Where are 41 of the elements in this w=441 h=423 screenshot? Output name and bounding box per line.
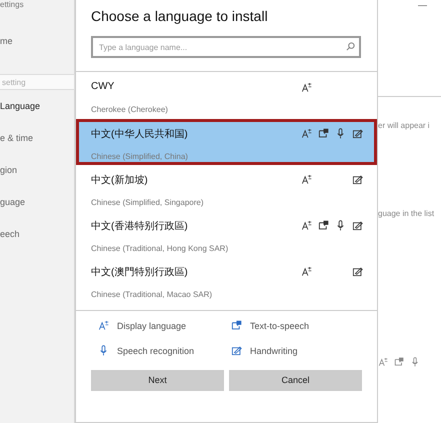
legend-label: Handwriting bbox=[250, 346, 298, 356]
language-list-item[interactable]: 中文(新加坡) Chinese (Simplified, Singapore) bbox=[76, 165, 377, 211]
language-list-item[interactable]: CWY Cherokee (Cherokee) bbox=[76, 73, 377, 119]
dialog-title: Choose a language to install bbox=[91, 8, 269, 24]
language-list-item[interactable]: 中文(澳門特別行政區) Chinese (Traditional, Macao SAR) bbox=[76, 257, 377, 303]
language-list-item[interactable]: 中文(中华人民共和国) Chinese (Simplified, China) bbox=[76, 119, 377, 165]
speech-bubble-icon bbox=[231, 320, 242, 331]
sidebar-item[interactable]: e & time bbox=[0, 133, 34, 143]
sidebar-item[interactable]: gion bbox=[0, 165, 18, 175]
language-description: Chinese (Traditional, Macao SAR) bbox=[91, 290, 214, 301]
sidebar-item[interactable]: guage bbox=[0, 197, 26, 207]
language-name: 中文(中华人民共和国) bbox=[91, 128, 189, 142]
info-text: guage in the list bbox=[378, 209, 434, 218]
sidebar-item[interactable]: me bbox=[0, 36, 13, 46]
sidebar-item[interactable]: eech bbox=[0, 229, 20, 239]
legend-label: Text-to-speech bbox=[250, 320, 310, 330]
minimize-button[interactable]: — bbox=[418, 0, 427, 10]
dialog-button[interactable]: Next bbox=[91, 370, 224, 391]
language-list-item[interactable]: 中文(香港特别行政區) Chinese (Traditional, Hong Kong SAR) bbox=[76, 211, 377, 257]
info-text: er will appear i bbox=[378, 121, 430, 130]
language-description: Chinese (Traditional, Hong Kong SAR) bbox=[91, 244, 230, 255]
font-icon bbox=[98, 320, 109, 331]
search-field[interactable]: Type a language name... bbox=[91, 36, 361, 58]
language-name: 中文(新加坡) bbox=[91, 174, 149, 188]
font-icon bbox=[378, 357, 388, 367]
language-name: CWY bbox=[91, 81, 116, 94]
search-icon bbox=[346, 42, 355, 51]
language-name: 中文(澳門特別行政區) bbox=[91, 266, 189, 280]
legend-label: Display language bbox=[117, 320, 186, 330]
language-description: Chinese (Simplified, China) bbox=[91, 152, 189, 163]
microphone-icon bbox=[410, 357, 420, 367]
pen-icon bbox=[231, 345, 242, 356]
language-description: Chinese (Simplified, Singapore) bbox=[91, 198, 204, 209]
language-description: Cherokee (Cherokee) bbox=[91, 104, 169, 116]
language-name: 中文(香港特别行政區) bbox=[91, 220, 189, 234]
speech-bubble-icon bbox=[394, 357, 404, 367]
microphone-icon bbox=[98, 345, 109, 356]
legend-label: Speech recognition bbox=[117, 346, 194, 356]
sidebar-item[interactable]: Language bbox=[0, 101, 40, 111]
dialog-button[interactable]: Cancel bbox=[229, 370, 362, 391]
app-title: ettings bbox=[0, 0, 24, 9]
